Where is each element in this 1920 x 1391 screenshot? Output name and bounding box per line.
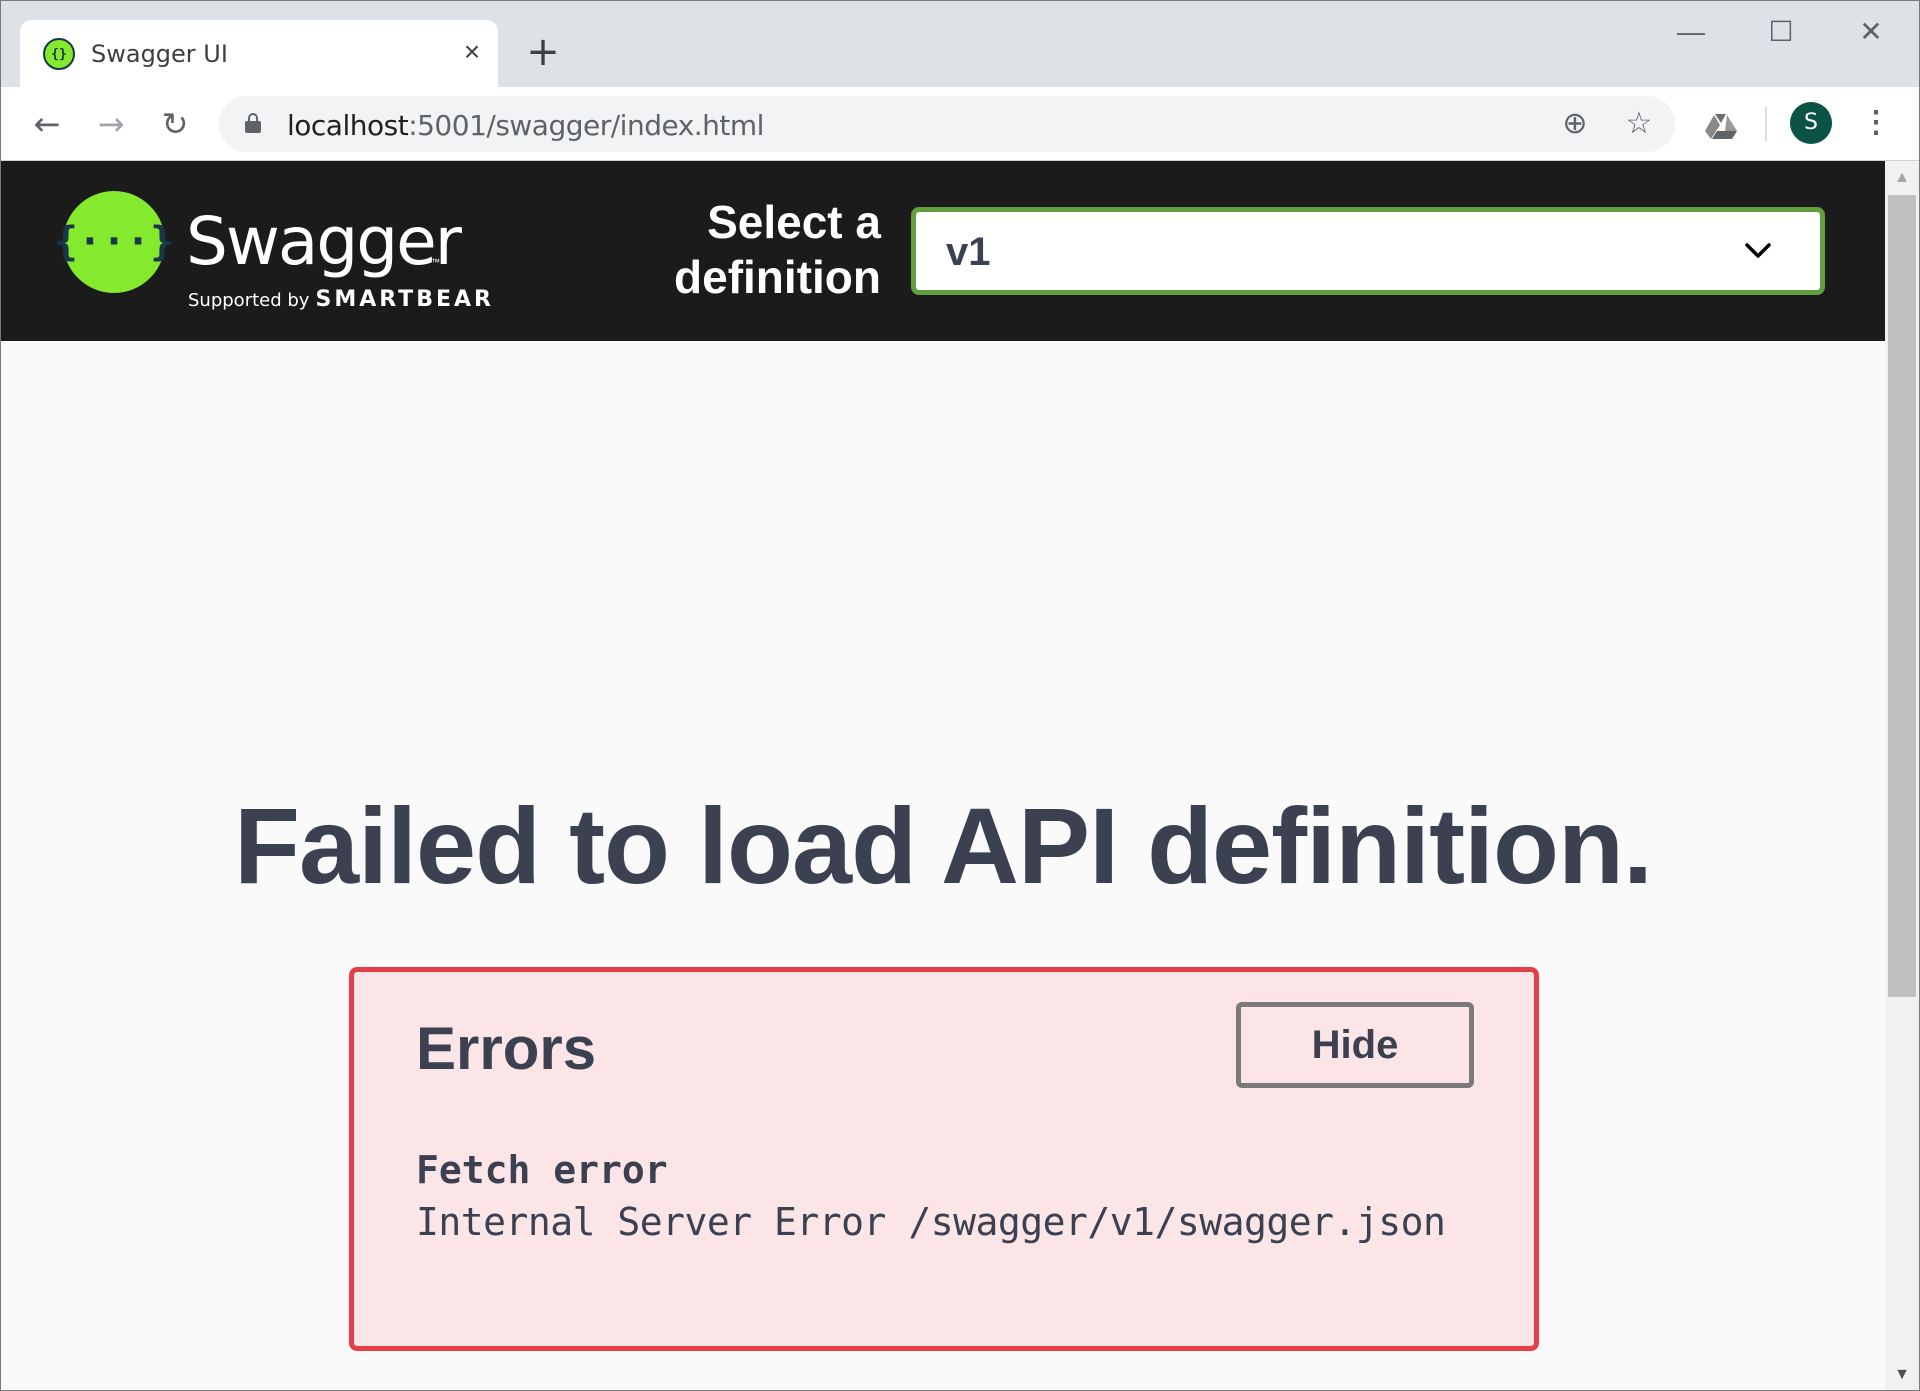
browser-menu-icon[interactable]: ⋮ <box>1861 102 1891 144</box>
error-message: Internal Server Error /swagger/v1/swagge… <box>416 1200 1446 1244</box>
scroll-thumb[interactable] <box>1888 195 1916 997</box>
swagger-logo-icon[interactable]: {···} <box>54 191 174 293</box>
maximize-icon[interactable]: ☐ <box>1741 9 1821 55</box>
zoom-icon[interactable]: ⊕ <box>1557 106 1593 142</box>
tab-strip: {} Swagger UI × + — ☐ ✕ <box>1 1 1919 87</box>
browser-window: {} Swagger UI × + — ☐ ✕ ← → ↻ localhost:… <box>0 0 1920 1391</box>
bookmark-star-icon[interactable]: ☆ <box>1621 106 1657 142</box>
toolbar-separator <box>1765 107 1767 141</box>
swagger-favicon-icon: {} <box>43 38 75 70</box>
scroll-up-arrow-icon[interactable]: ▲ <box>1885 161 1919 195</box>
definition-select[interactable]: v1 <box>911 207 1825 295</box>
scroll-down-arrow-icon[interactable]: ▼ <box>1885 1358 1919 1390</box>
error-title: Fetch error <box>416 1148 668 1192</box>
new-tab-button[interactable]: + <box>523 32 563 72</box>
smartbear-brand: SMARTBEAR <box>315 287 494 312</box>
swagger-topbar: {···} Swagger ™ Supported by SMARTBEAR Se… <box>1 161 1885 341</box>
definition-select-value: v1 <box>946 230 991 274</box>
tab-close-icon[interactable]: × <box>454 34 490 70</box>
profile-avatar[interactable]: S <box>1790 102 1832 144</box>
forward-icon[interactable]: → <box>86 99 136 149</box>
hide-errors-button[interactable]: Hide <box>1236 1002 1474 1088</box>
url-text[interactable]: localhost:5001/swagger/index.html <box>287 109 764 142</box>
page-viewport: {···} Swagger ™ Supported by SMARTBEAR Se… <box>1 161 1885 1390</box>
google-drive-icon[interactable] <box>1705 113 1737 139</box>
browser-toolbar: ← → ↻ localhost:5001/swagger/index.html … <box>1 87 1919 161</box>
reload-icon[interactable]: ↻ <box>150 99 200 149</box>
errors-heading: Errors <box>416 1015 597 1082</box>
close-window-icon[interactable]: ✕ <box>1831 9 1911 55</box>
errors-panel: Errors Hide Fetch error Internal Server … <box>349 967 1539 1351</box>
minimize-icon[interactable]: — <box>1651 9 1731 55</box>
back-icon[interactable]: ← <box>22 99 72 149</box>
tab-swagger-ui[interactable]: {} Swagger UI × <box>20 20 498 87</box>
supported-by: Supported by SMARTBEAR <box>188 287 494 312</box>
page-scrollbar[interactable]: ▲ ▼ <box>1885 161 1919 1390</box>
swagger-logo-text[interactable]: Swagger <box>186 203 462 280</box>
swagger-trademark: ™ <box>431 257 440 267</box>
chevron-down-icon <box>1745 243 1771 258</box>
failed-load-message: Failed to load API definition. <box>234 785 1653 906</box>
address-bar[interactable]: localhost:5001/swagger/index.html ⊕ ☆ <box>219 96 1675 152</box>
select-definition-label: Select a definition <box>674 196 881 303</box>
lock-icon[interactable] <box>245 113 261 133</box>
tab-title: Swagger UI <box>91 40 228 68</box>
